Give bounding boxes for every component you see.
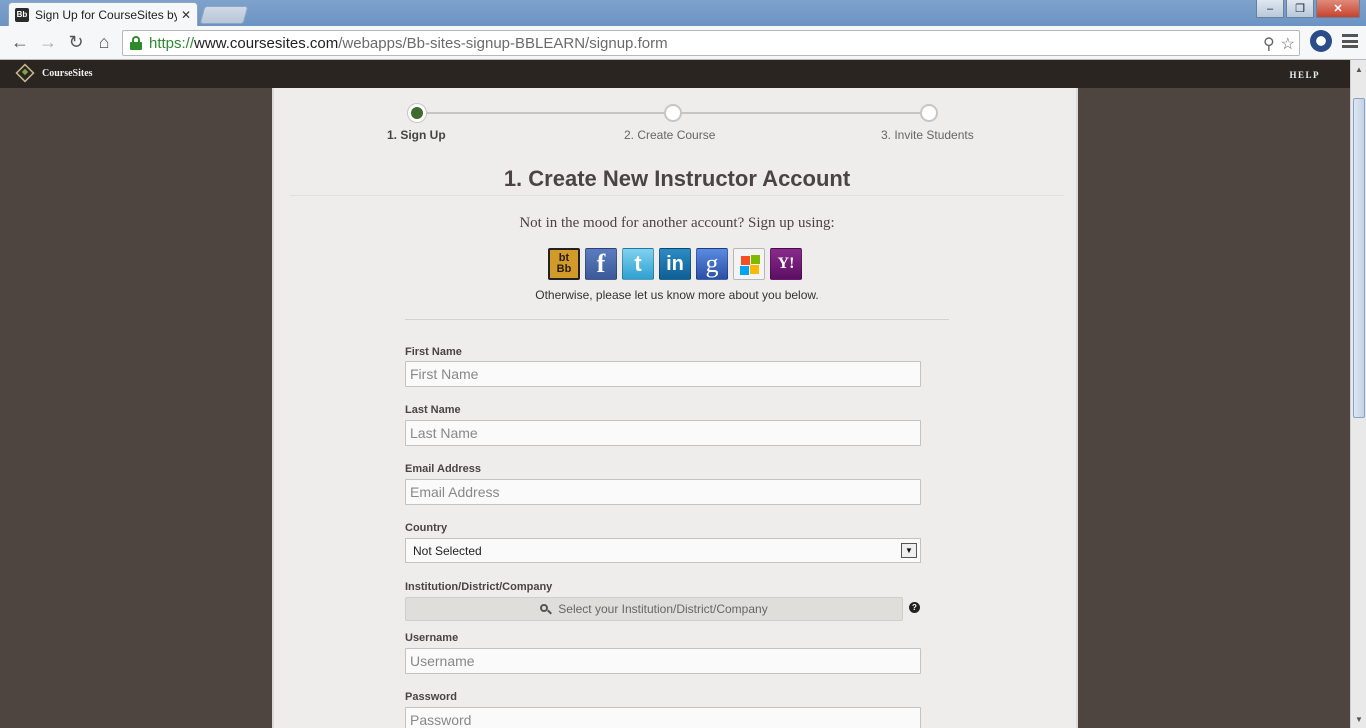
menu-icon[interactable] xyxy=(1342,34,1358,48)
country-label: Country xyxy=(405,522,448,534)
email-label: Email Address xyxy=(405,463,482,475)
social-signup-subtext: Otherwise, please let us know more about… xyxy=(535,288,819,302)
facebook-signup-button[interactable]: f xyxy=(585,248,617,280)
progress-line xyxy=(417,112,673,114)
close-window-button[interactable]: ✕ xyxy=(1316,0,1360,18)
address-bar[interactable]: https://www.coursesites.com/webapps/Bb-s… xyxy=(122,30,1300,56)
form-divider xyxy=(405,319,949,320)
windows-flag-icon xyxy=(750,265,759,274)
help-link[interactable]: HELP xyxy=(1289,70,1320,80)
star-icon[interactable]: ☆ xyxy=(1281,34,1295,54)
minimize-button[interactable]: – xyxy=(1256,0,1284,18)
chevron-down-icon[interactable]: ▼ xyxy=(901,543,917,558)
country-select[interactable]: Not Selected ▼ xyxy=(405,538,921,563)
username-label: Username xyxy=(405,632,459,644)
omnibox-actions: ⚲ ☆ xyxy=(1263,34,1295,54)
help-icon[interactable]: ? xyxy=(909,602,920,613)
password-input[interactable] xyxy=(405,707,921,728)
windows-flag-icon xyxy=(741,256,750,265)
select-institution-label: Select your Institution/District/Company xyxy=(558,602,768,616)
extension-icon[interactable] xyxy=(1310,30,1332,52)
last-name-label: Last Name xyxy=(405,404,461,416)
progress-line xyxy=(673,112,929,114)
password-label: Password xyxy=(405,691,457,703)
yahoo-signup-button[interactable]: Y! xyxy=(770,248,802,280)
step-label-invite-students: 3. Invite Students xyxy=(881,128,974,142)
google-signup-button[interactable]: g xyxy=(696,248,728,280)
username-input[interactable] xyxy=(405,648,921,674)
window-controls: – ❐ ✕ xyxy=(1256,0,1360,18)
site-header: CourseSites HELP xyxy=(0,60,1350,88)
title-divider xyxy=(290,195,1064,196)
step-label-signup: 1. Sign Up xyxy=(387,128,446,142)
scroll-down-arrow-icon[interactable]: ▼ xyxy=(1352,712,1366,726)
page-title: 1. Create New Instructor Account xyxy=(503,166,851,191)
browser-tab[interactable]: Bb Sign Up for CourseSites by ✕ xyxy=(8,2,198,26)
twitter-signup-button[interactable]: t xyxy=(622,248,654,280)
coursesites-logo[interactable]: CourseSites xyxy=(15,63,93,83)
logo-text: CourseSites xyxy=(42,67,93,79)
country-selected-value: Not Selected xyxy=(413,543,482,558)
linkedin-signup-button[interactable]: in xyxy=(659,248,691,280)
url-host: www.coursesites.com xyxy=(194,34,339,52)
forward-icon[interactable]: → xyxy=(34,29,62,57)
url-text: https://www.coursesites.com/webapps/Bb-s… xyxy=(149,35,668,52)
step-label-create-course: 2. Create Course xyxy=(624,128,716,142)
coursesites-cube-icon xyxy=(15,63,35,83)
tab-title: Sign Up for CourseSites by xyxy=(35,7,177,22)
back-icon[interactable]: ← xyxy=(6,29,34,57)
search-icon xyxy=(540,603,553,615)
blackboard-bb-text: Bb xyxy=(556,263,572,275)
step-dot-invite-students xyxy=(920,104,938,122)
blackboard-favicon-icon: Bb xyxy=(15,7,29,22)
last-name-input[interactable] xyxy=(405,420,921,446)
windows-flag-icon xyxy=(740,266,749,275)
email-input[interactable] xyxy=(405,479,921,505)
scroll-up-arrow-icon[interactable]: ▲ xyxy=(1352,62,1366,76)
page-scrollbar[interactable]: ▲ ▼ xyxy=(1350,60,1366,728)
blackboard-signup-button[interactable]: bt Bb xyxy=(548,248,580,280)
maximize-button[interactable]: ❐ xyxy=(1286,0,1314,18)
windows-live-signup-button[interactable] xyxy=(733,248,765,280)
first-name-label: First Name xyxy=(405,346,462,358)
scrollbar-thumb[interactable] xyxy=(1353,98,1365,418)
browser-titlebar: Bb Sign Up for CourseSites by ✕ – ❐ ✕ xyxy=(0,0,1366,26)
step-dot-create-course xyxy=(664,104,682,122)
first-name-input[interactable] xyxy=(405,361,921,387)
tab-close-icon[interactable]: ✕ xyxy=(181,8,191,22)
windows-flag-icon xyxy=(751,255,760,264)
zoom-icon[interactable]: ⚲ xyxy=(1263,34,1275,54)
step-dot-signup xyxy=(408,104,426,122)
new-tab-button[interactable] xyxy=(199,6,249,24)
home-icon[interactable]: ⌂ xyxy=(90,29,118,57)
select-institution-button[interactable]: Select your Institution/District/Company xyxy=(405,597,903,621)
signup-progress: 1. Sign Up 2. Create Course 3. Invite St… xyxy=(274,88,1080,148)
social-signup-buttons: bt Bb f t in g Y! xyxy=(548,248,802,280)
url-scheme: https:// xyxy=(149,34,195,52)
toolbar-right xyxy=(1310,30,1358,52)
social-signup-prompt: Not in the mood for another account? Sig… xyxy=(519,215,835,231)
browser-toolbar: ← → ↻ ⌂ https://www.coursesites.com/weba… xyxy=(0,26,1366,60)
reload-icon[interactable]: ↻ xyxy=(62,29,90,57)
signup-panel: 1. Sign Up 2. Create Course 3. Invite St… xyxy=(272,88,1078,728)
lock-icon xyxy=(129,36,143,50)
institution-label: Institution/District/Company xyxy=(405,581,553,593)
url-path: /webapps/Bb-sites-signup-BBLEARN/signup.… xyxy=(338,34,668,52)
